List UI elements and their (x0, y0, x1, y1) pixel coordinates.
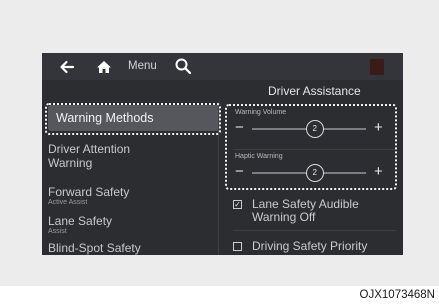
checkbox-unchecked-icon[interactable] (233, 242, 242, 251)
checkbox-checked-icon[interactable]: ✓ (233, 200, 242, 209)
menu-item-label: Driver Attention Warning (48, 142, 131, 170)
menu-item-label: Forward Safety (48, 185, 130, 199)
infotainment-screen: Menu Driver Assistance Warning Methods D… (42, 53, 403, 255)
menu-item-label: Blind-Spot Safety (48, 241, 141, 255)
menu-item-blind-spot-safety[interactable]: Blind-Spot Safety (48, 241, 220, 255)
menu-item-lane-safety[interactable]: Lane Safety Assist (48, 214, 220, 236)
search-icon[interactable] (174, 57, 192, 75)
screenshot-frame: Menu Driver Assistance Warning Methods D… (0, 0, 439, 286)
top-bar: Menu (42, 53, 403, 80)
highlight-warning-methods (45, 103, 221, 135)
menu-item-sublabel: Assist (48, 228, 67, 235)
top-bar-indicator (370, 59, 384, 75)
menu-item-sublabel: Active Assist (48, 199, 88, 206)
option-label: Lane Safety Audible Warning Off (252, 197, 359, 224)
menu-item-label: Lane Safety (48, 214, 113, 228)
highlight-warning-settings (225, 104, 397, 190)
option-label: Driving Safety Priority (252, 239, 368, 253)
menu-item-forward-safety[interactable]: Forward Safety Active Assist (48, 185, 220, 207)
page-title: Driver Assistance (268, 84, 361, 98)
menu-item-driver-attention-warning[interactable]: Driver Attention Warning (48, 142, 166, 170)
back-arrow-icon[interactable] (58, 58, 76, 76)
settings-divider (233, 230, 396, 231)
home-icon[interactable] (95, 58, 113, 76)
figure-code: OJX1073468N (359, 289, 435, 301)
menu-button[interactable]: Menu (128, 60, 157, 72)
